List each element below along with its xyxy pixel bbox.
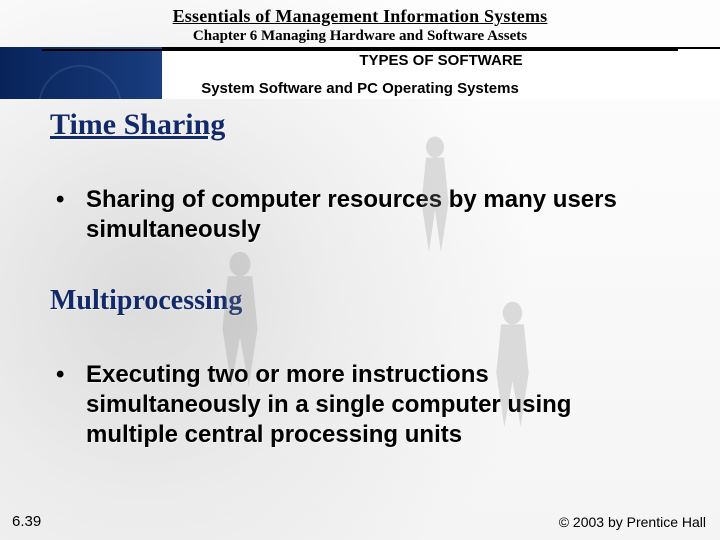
silhouette-figure: [480, 300, 545, 430]
page-number: 6.39: [12, 513, 41, 530]
header-divider: [42, 49, 678, 51]
silhouette-figure: [205, 250, 275, 390]
heading-time-sharing: Time Sharing: [50, 108, 225, 142]
bullet-text: Executing two or more instructions simul…: [86, 360, 670, 450]
section-title: TYPES OF SOFTWARE: [162, 52, 720, 69]
book-title: Essentials of Management Information Sys…: [0, 6, 720, 27]
copyright: © 2003 by Prentice Hall: [559, 514, 706, 530]
header: Essentials of Management Information Sys…: [0, 0, 720, 45]
section-subtitle: System Software and PC Operating Systems: [0, 80, 720, 97]
bullet-text: Sharing of computer resources by many us…: [86, 185, 670, 245]
bullet-time-sharing: Sharing of computer resources by many us…: [58, 185, 670, 245]
chapter-title: Chapter 6 Managing Hardware and Software…: [0, 28, 720, 45]
silhouette-figure: [405, 135, 465, 255]
bullet-multiprocessing: Executing two or more instructions simul…: [58, 360, 670, 450]
